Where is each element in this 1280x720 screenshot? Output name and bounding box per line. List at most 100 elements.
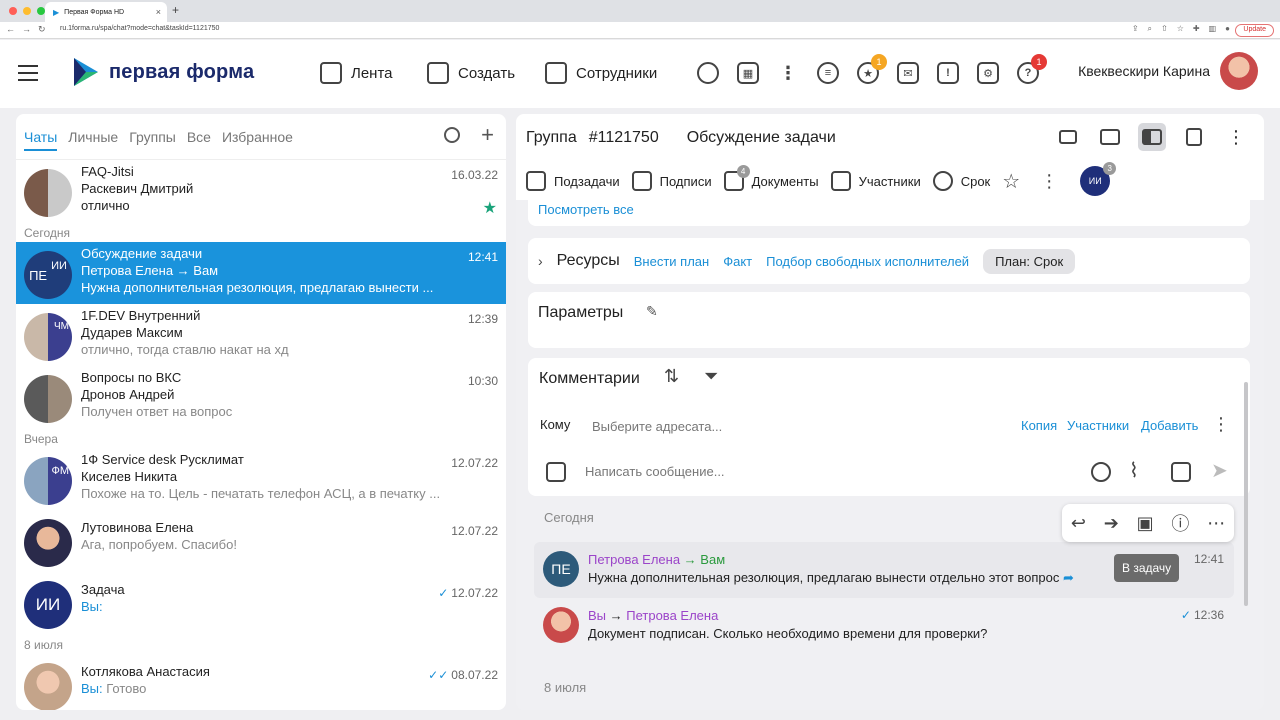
image-icon[interactable] [1171, 462, 1191, 482]
puzzle-icon[interactable]: ✚ [1193, 24, 1200, 34]
tool-deadline[interactable]: Срок [932, 171, 990, 191]
add-chat-icon[interactable]: + [481, 122, 494, 148]
copy-link[interactable]: Копия [1021, 418, 1057, 433]
message-input[interactable]: Написать сообщение... [585, 464, 725, 479]
user-menu[interactable]: Квеквескири Карина [1078, 52, 1258, 90]
more-horizontal-icon[interactable]: ⋯ [1207, 513, 1225, 534]
favorites-icon[interactable]: ★ 1 [857, 54, 887, 84]
tab-all[interactable]: Все [187, 129, 211, 145]
tab-personal[interactable]: Личные [68, 129, 118, 145]
help-icon[interactable] [1091, 462, 1111, 482]
tool-participants[interactable]: Участники [830, 171, 921, 191]
nav-feed[interactable]: Лента [320, 62, 393, 84]
single-view-icon[interactable] [1096, 123, 1124, 151]
tool-signatures[interactable]: Подписи [631, 171, 712, 191]
calendar-icon[interactable]: ▦ [737, 62, 759, 84]
minimize-window-button[interactable] [23, 7, 31, 15]
message-sender[interactable]: Петрова Елена [588, 552, 680, 567]
forward-icon[interactable]: ➔ [1104, 513, 1119, 534]
message-item[interactable]: Вы → Петрова Елена Документ подписан. Ск… [534, 598, 1234, 654]
message-recipient[interactable]: Вам [700, 552, 725, 567]
section-label: Сегодня [24, 226, 70, 240]
scrollbar[interactable] [1244, 382, 1248, 606]
reply-icon[interactable]: ↩ [1071, 513, 1086, 534]
share-icon[interactable]: ⇪ [1132, 24, 1139, 34]
menu-icon[interactable] [18, 65, 38, 86]
document-view-icon[interactable] [1180, 123, 1208, 151]
task-id[interactable]: #1121750 [589, 129, 659, 147]
add-plan-link[interactable]: Внести план [634, 254, 709, 269]
plan-deadline-pill[interactable]: План: Срок [983, 248, 1076, 274]
reload-icon[interactable]: ↻ [38, 24, 46, 35]
zoom-icon[interactable]: ⌕ [1148, 24, 1152, 34]
split-view-icon[interactable] [1138, 123, 1166, 151]
star-outline-icon[interactable]: ☆ [1002, 169, 1020, 194]
fact-link[interactable]: Факт [723, 254, 752, 269]
tool-subtasks[interactable]: Подзадачи [526, 171, 620, 191]
chat-author: Дударев Максим [81, 325, 183, 340]
upload-icon[interactable]: ⇧ [1161, 24, 1168, 34]
help-icon[interactable]: ? 1 [1017, 54, 1047, 84]
more-vertical-icon[interactable]: ⋮ [1040, 171, 1058, 192]
participants-link[interactable]: Участники [1067, 418, 1129, 433]
chat-item-kotlyakova[interactable]: Котлякова Анастасия Вы: Готово ✓✓ 08.07.2… [16, 654, 506, 710]
tab-chats[interactable]: Чаты [24, 129, 58, 151]
chat-item-service-desk[interactable]: ФМ 1Ф Service desk Русклимат Киселев Ник… [16, 448, 506, 510]
bookmark-icon[interactable]: ☆ [1177, 24, 1184, 34]
task-toolbar: Подзадачи Подписи 4 Документы Участники С… [516, 162, 1264, 200]
back-icon[interactable]: ← [6, 24, 15, 35]
tab-groups[interactable]: Группы [129, 129, 176, 145]
mail-icon[interactable]: ✉ [897, 62, 919, 84]
see-all-link[interactable]: Посмотреть все [538, 202, 634, 217]
image-settings-icon[interactable]: ⚙ [977, 62, 999, 84]
chat-item-1f-dev[interactable]: ЧМ 1F.DEV Внутренний Дударев Максим отли… [16, 304, 506, 366]
window-controls[interactable] [9, 7, 45, 15]
attach-icon[interactable]: ⌇ [1129, 458, 1139, 483]
edit-icon[interactable]: ✎ [646, 303, 658, 320]
chat-item-task[interactable]: ИИ Задача Вы: ✓ 12.07.22 [16, 572, 506, 634]
add-recipient-link[interactable]: Добавить [1141, 418, 1198, 433]
sort-icon[interactable]: ⇅ [664, 366, 679, 387]
chat-item-task-discussion[interactable]: ПЕ ИИ Обсуждение задачи Петрова Елена → В… [16, 242, 506, 304]
tab-favorites[interactable]: Избранное [222, 129, 293, 145]
members-avatar[interactable]: ИИ 3 [1080, 162, 1117, 196]
more-vertical-icon[interactable]: ⋮ [1212, 414, 1230, 435]
to-task-icon[interactable]: ▣ [1137, 513, 1154, 534]
message-sender[interactable]: Вы [588, 608, 606, 623]
nav-create[interactable]: Создать [427, 62, 515, 84]
tab-close-icon[interactable]: × [156, 7, 161, 17]
nav-employees[interactable]: Сотрудники [545, 62, 657, 84]
sidebar-icon[interactable]: ▥ [1209, 24, 1217, 34]
user-avatar[interactable] [1220, 52, 1258, 90]
profile-icon[interactable]: ● [1225, 24, 1230, 34]
search-icon[interactable] [444, 127, 460, 143]
search-icon[interactable] [697, 62, 719, 84]
alert-icon[interactable]: ! [937, 62, 959, 84]
contact-card-icon[interactable] [546, 462, 566, 482]
chat-item-lutovinova[interactable]: Лутовинова Елена Ага, попробуем. Спасибо… [16, 510, 506, 572]
url-field[interactable]: ru.1forma.ru/spa/chat?mode=chat&taskId=1… [60, 25, 219, 32]
help-icon[interactable]: ⓘ [1171, 510, 1189, 536]
update-button[interactable]: Update [1235, 24, 1274, 37]
browser-tab[interactable]: ▶ Первая Форма HD × [45, 2, 167, 22]
chat-avatar [24, 375, 72, 423]
filter-icon[interactable]: ⏷ [704, 366, 718, 387]
tool-documents[interactable]: 4 Документы [723, 165, 819, 191]
maximize-window-button[interactable] [37, 7, 45, 15]
forward-icon[interactable]: → [22, 24, 31, 35]
message-recipient[interactable]: Петрова Елена [626, 608, 718, 623]
close-window-button[interactable] [9, 7, 17, 15]
more-vertical-icon[interactable]: ⋮ [1222, 123, 1250, 151]
send-icon[interactable]: ➤ [1211, 458, 1228, 483]
video-call-icon[interactable] [1054, 123, 1082, 151]
more-vertical-icon[interactable]: ⋮ [777, 62, 799, 84]
chat-item-faq-jitsi[interactable]: FAQ-Jitsi Раскевич Дмитрий отлично 16.03… [16, 160, 506, 222]
chevron-right-icon[interactable]: › [538, 253, 543, 269]
new-tab-button[interactable]: + [172, 3, 179, 17]
logo[interactable]: первая форма [72, 56, 254, 88]
chat-item-vks[interactable]: Вопросы по ВКС Дронов Андрей Получен отв… [16, 366, 506, 428]
chat-icon[interactable]: ≡ [817, 62, 839, 84]
recipient-input[interactable]: Выберите адресата... [592, 419, 722, 434]
star-icon[interactable]: ★ [483, 198, 497, 218]
free-executors-link[interactable]: Подбор свободных исполнителей [766, 254, 969, 269]
